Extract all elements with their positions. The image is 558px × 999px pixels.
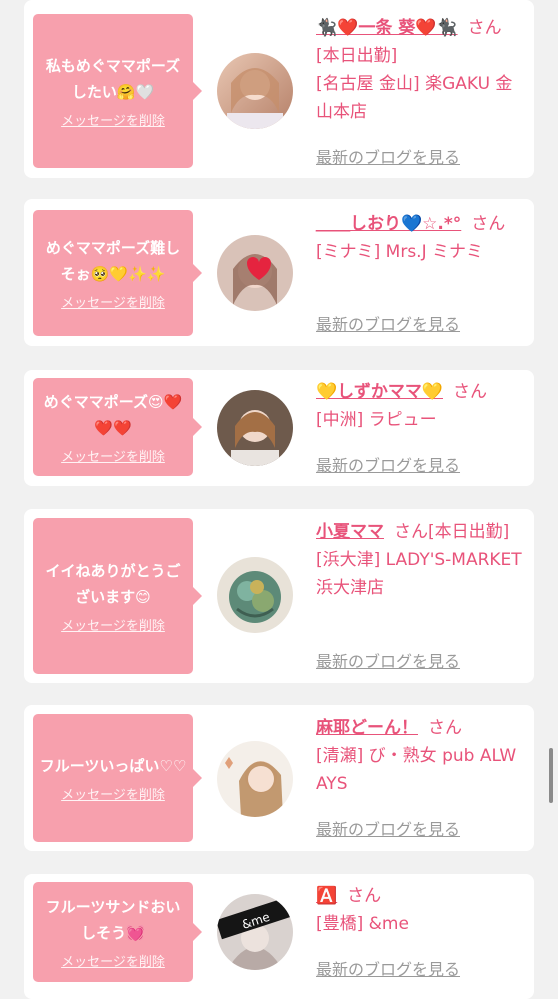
message-text: フルーツいっぱい♡♡ — [39, 757, 187, 775]
cast-info: 💛しずかママ💛 さん [中洲] ラピュー — [316, 378, 526, 434]
delete-message-link[interactable]: メッセージを削除 — [61, 951, 165, 970]
message-text: 私もめぐママポーズしたい🤗🤍 — [45, 57, 181, 101]
message-text: イイねありがとうございます😊 — [45, 562, 181, 606]
honorific: さん — [467, 18, 502, 38]
shop-name: [清瀬] び・熟女 pub ALWAYS — [316, 746, 517, 794]
shop-name: [豊橋] &me — [316, 914, 409, 934]
shop-name: [名古屋 金山] 楽GAKU 金山本店 — [316, 74, 513, 122]
latest-blog-link[interactable]: 最新のブログを見る — [316, 648, 460, 672]
message-text: めぐママポーズ難しそぉ🥺💛✨✨ — [45, 239, 181, 283]
cast-name-link[interactable]: 麻耶どーん！ — [316, 718, 418, 738]
message-bubble: めぐママポーズ😍❤️❤️❤️ メッセージを削除 — [33, 378, 202, 476]
message-card: 私もめぐママポーズしたい🤗🤍 メッセージを削除 🐈‍⬛❤️一条 葵❤️🐈‍⬛ さん… — [24, 0, 534, 178]
user-photo-icon[interactable] — [217, 235, 293, 311]
cast-info: 麻耶どーん！ さん [清瀬] び・熟女 pub ALWAYS — [316, 714, 526, 798]
message-text: めぐママポーズ😍❤️❤️❤️ — [43, 393, 183, 437]
shop-name: [浜大津] LADY'S-MARKET 浜大津店 — [316, 550, 522, 598]
shop-name: [ミナミ] Mrs.J ミナミ — [316, 242, 484, 262]
message-bubble: フルーツサンドおいしそう💓 メッセージを削除 — [33, 882, 202, 982]
latest-blog-link[interactable]: 最新のブログを見る — [316, 956, 460, 980]
honorific: さん — [428, 718, 462, 738]
delete-message-link[interactable]: メッセージを削除 — [61, 110, 165, 129]
work-status: [本日出勤] — [316, 46, 398, 66]
shop-name: [中洲] ラピュー — [316, 410, 437, 430]
user-photo-icon[interactable]: &me — [217, 894, 293, 970]
message-card: めぐママポーズ難しそぉ🥺💛✨✨ メッセージを削除 ＿＿しおり💙☆.*° さん [ミ… — [24, 199, 534, 346]
message-bubble: 私もめぐママポーズしたい🤗🤍 メッセージを削除 — [33, 14, 202, 168]
cast-info: 🅰️ さん [豊橋] &me — [316, 882, 526, 938]
latest-blog-link[interactable]: 最新のブログを見る — [316, 452, 460, 476]
honorific: さん — [394, 522, 428, 542]
cast-name-link[interactable]: 🐈‍⬛❤️一条 葵❤️🐈‍⬛ — [316, 18, 458, 38]
user-photo-icon[interactable] — [217, 741, 293, 817]
message-card: イイねありがとうございます😊 メッセージを削除 小夏ママ さん[本日出勤] [浜大… — [24, 509, 534, 683]
message-card: フルーツいっぱい♡♡ メッセージを削除 麻耶どーん！ さん [清瀬] び・熟女 p… — [24, 705, 534, 851]
honorific: さん — [453, 382, 487, 402]
message-text: フルーツサンドおいしそう💓 — [45, 898, 181, 942]
cast-name-link[interactable]: 💛しずかママ💛 — [316, 382, 443, 402]
cast-name-link[interactable]: 小夏ママ — [316, 522, 384, 542]
latest-blog-link[interactable]: 最新のブログを見る — [316, 144, 460, 168]
user-photo-icon[interactable] — [217, 390, 293, 466]
delete-message-link[interactable]: メッセージを削除 — [61, 615, 165, 634]
message-bubble: フルーツいっぱい♡♡ メッセージを削除 — [33, 714, 202, 842]
latest-blog-link[interactable]: 最新のブログを見る — [316, 311, 460, 335]
message-bubble: イイねありがとうございます😊 メッセージを削除 — [33, 518, 202, 674]
scrollbar[interactable] — [549, 748, 553, 803]
latest-blog-link[interactable]: 最新のブログを見る — [316, 816, 460, 840]
delete-message-link[interactable]: メッセージを削除 — [61, 446, 165, 465]
user-photo-icon[interactable] — [217, 53, 293, 129]
cast-info: 🐈‍⬛❤️一条 葵❤️🐈‍⬛ さん [本日出勤] [名古屋 金山] 楽GAKU 金… — [316, 14, 526, 126]
delete-message-link[interactable]: メッセージを削除 — [61, 292, 165, 311]
honorific: さん — [471, 214, 506, 234]
honorific: さん — [347, 886, 382, 906]
cast-name-link[interactable]: ＿＿しおり💙☆.*° — [316, 214, 461, 234]
message-bubble: めぐママポーズ難しそぉ🥺💛✨✨ メッセージを削除 — [33, 210, 202, 336]
work-status: [本日出勤] — [428, 522, 510, 542]
cast-info: 小夏ママ さん[本日出勤] [浜大津] LADY'S-MARKET 浜大津店 — [316, 518, 526, 602]
message-card: めぐママポーズ😍❤️❤️❤️ メッセージを削除 💛しずかママ💛 さん [中洲] ラ… — [24, 370, 534, 486]
cast-info: ＿＿しおり💙☆.*° さん [ミナミ] Mrs.J ミナミ — [316, 210, 526, 266]
delete-message-link[interactable]: メッセージを削除 — [61, 784, 165, 803]
message-card: フルーツサンドおいしそう💓 メッセージを削除 &me 🅰️ さん [豊橋] &me… — [24, 874, 534, 999]
cast-name-link[interactable]: 🅰️ — [316, 886, 337, 906]
user-photo-icon[interactable] — [217, 557, 293, 633]
